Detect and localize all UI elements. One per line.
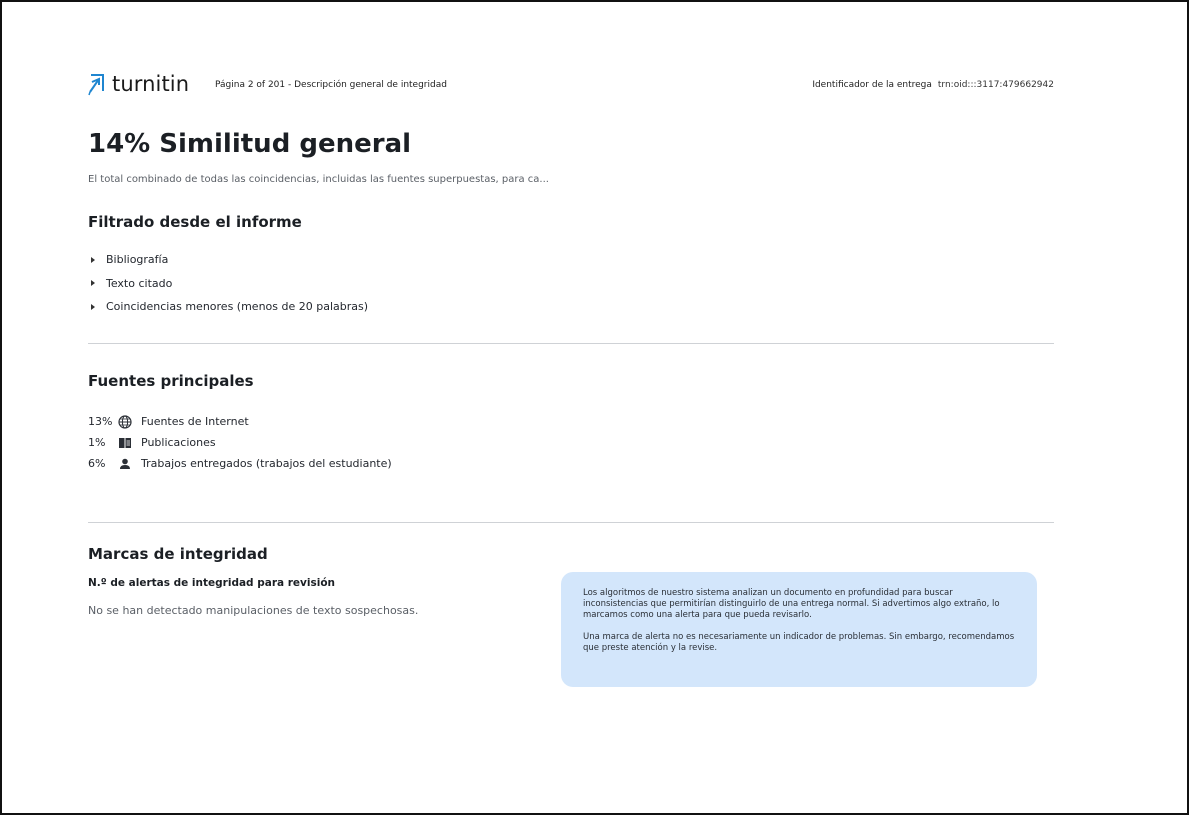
submission-id-value: trn:oid:::3117:479662942 <box>937 80 1054 90</box>
source-percent: 1% <box>88 436 106 449</box>
report-page: turnitin Página 2 of 201 - Descripción g… <box>0 0 1189 815</box>
list-item: Coincidencias menores (menos de 20 palab… <box>88 295 368 319</box>
sources-list: 13% Fuentes de Internet 1% Publicaciones <box>88 411 392 474</box>
submission-id: Identificador de la entrega trn:oid:::311… <box>812 80 1054 90</box>
bullet-icon <box>91 303 95 310</box>
turnitin-logo-icon <box>88 74 104 96</box>
alerts-text: No se han detectado manipulaciones de te… <box>88 604 419 617</box>
filtered-item-label: Texto citado <box>106 276 173 290</box>
bullet-icon <box>91 280 95 287</box>
section-divider <box>88 343 1054 344</box>
filtered-item-label: Coincidencias menores (menos de 20 palab… <box>106 300 369 314</box>
filtered-list: Bibliografía Texto citado Coincidencias … <box>88 248 368 319</box>
source-label: Publicaciones <box>141 436 216 449</box>
source-label: Fuentes de Internet <box>141 415 249 428</box>
info-paragraph: Los algoritmos de nuestro sistema analiz… <box>583 588 1000 620</box>
integrity-heading: Marcas de integridad <box>88 545 268 563</box>
source-row-student-papers: 6% Trabajos entregados (trabajos del est… <box>88 453 392 474</box>
similarity-title: 14% Similitud general <box>88 129 412 159</box>
source-row-internet: 13% Fuentes de Internet <box>88 411 392 432</box>
source-percent: 13% <box>88 415 113 428</box>
filtered-heading: Filtrado desde el informe <box>88 213 302 231</box>
source-row-publications: 1% Publicaciones <box>88 432 392 453</box>
logo-text: turnitin <box>112 72 190 96</box>
integrity-info-box: Los algoritmos de nuestro sistema analiz… <box>561 572 1037 687</box>
info-paragraph: Una marca de alerta no es necesariamente… <box>583 632 1015 653</box>
book-icon <box>119 437 131 448</box>
globe-icon <box>118 414 132 429</box>
filtered-item-label: Bibliografía <box>106 253 169 267</box>
source-label: Trabajos entregados (trabajos del estudi… <box>141 457 392 470</box>
submission-id-label: Identificador de la entrega <box>812 80 932 90</box>
page-info: Página 2 of 201 - Descripción general de… <box>215 80 447 90</box>
list-item: Texto citado <box>88 272 368 296</box>
sources-heading: Fuentes principales <box>88 372 254 390</box>
similarity-subtitle: El total combinado de todas las coincide… <box>88 174 549 185</box>
bullet-icon <box>91 256 95 263</box>
turnitin-logo: turnitin <box>88 70 189 98</box>
list-item: Bibliografía <box>88 248 368 272</box>
person-icon <box>120 458 130 469</box>
alerts-label: N.º de alertas de integridad para revisi… <box>88 577 336 589</box>
source-percent: 6% <box>88 457 106 470</box>
section-divider <box>88 522 1054 523</box>
report-header: turnitin Página 2 of 201 - Descripción g… <box>88 70 1054 100</box>
